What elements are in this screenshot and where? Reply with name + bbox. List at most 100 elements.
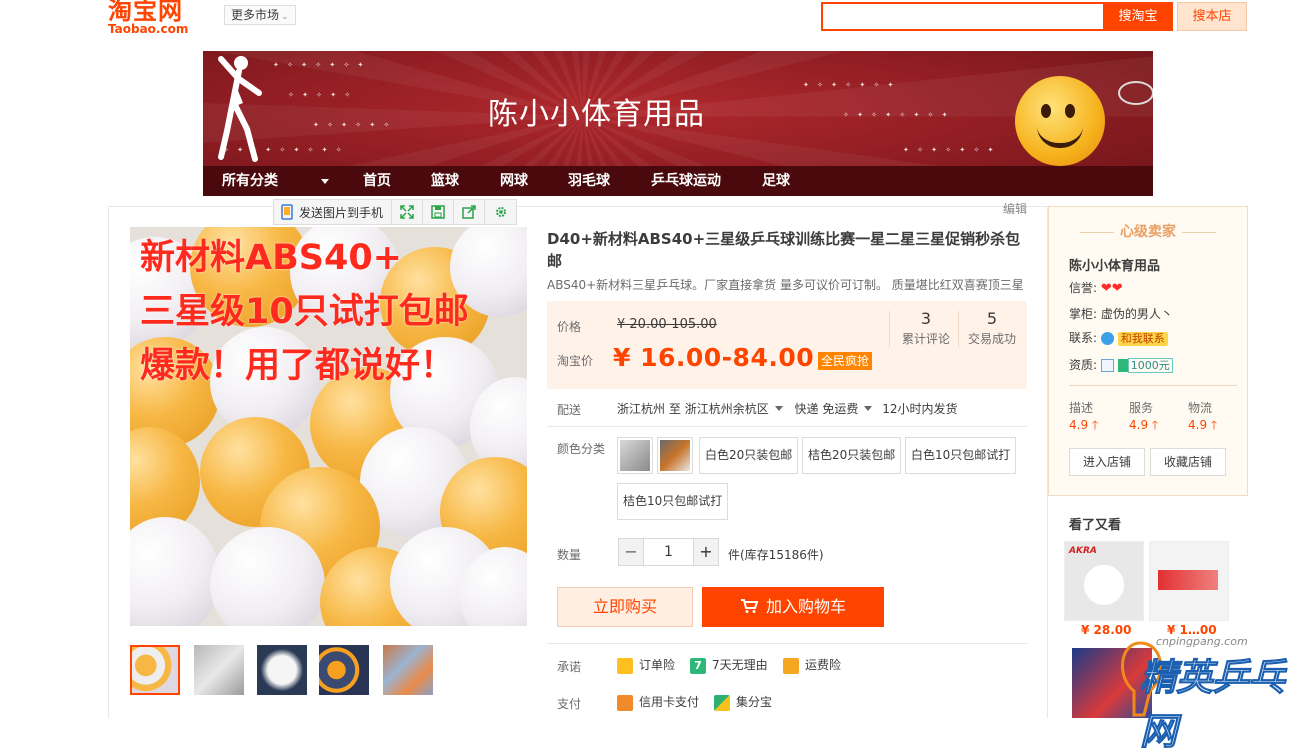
racket-icon (1118, 81, 1153, 105)
sales-count-stat[interactable]: 5 交易成功 (959, 308, 1025, 348)
jifenbao-icon (714, 694, 730, 711)
enter-shop-button[interactable]: 进入店铺 (1069, 448, 1145, 476)
sku-white-10[interactable]: 白色10只包邮试打 (905, 437, 1017, 474)
image-toolbar: 发送图片到手机 (273, 199, 518, 225)
chevron-down-icon[interactable] (774, 406, 783, 411)
save-icon[interactable] (423, 200, 455, 224)
arrow-up-icon: 🡑 (1210, 418, 1218, 432)
sparkle-left-3: ✦ ✧ ✦ ✧ ✦ ✧ (313, 121, 393, 129)
also-viewed-title: 看了又看 (1069, 518, 1122, 533)
thumbnail-3[interactable] (257, 645, 307, 695)
shop-banner: ✦ ✧ ✦ ✧ ✦ ✧ ✦ ✧ ✦ ✧ ✦ ✧ ✦ ✧ ✦ ✧ ✦ ✧ ✧ ✦ … (203, 51, 1153, 196)
review-count-stat[interactable]: 3 累计评论 (893, 308, 959, 348)
score-logistics-label: 物流 (1188, 401, 1213, 415)
payment-jifenbao-label: 集分宝 (736, 695, 773, 709)
favorite-shop-button[interactable]: 收藏店铺 (1150, 448, 1226, 476)
promise-shipping-insurance[interactable]: 运费险 (783, 656, 841, 674)
shield-icon (617, 657, 633, 674)
sparkle-left: ✦ ✧ ✦ ✧ ✦ ✧ ✦ (273, 61, 367, 69)
divider (1069, 385, 1237, 386)
search-shop-button[interactable]: 搜本店 (1177, 2, 1247, 31)
nav-badminton[interactable]: 羽毛球 (568, 166, 610, 196)
share-icon[interactable] (454, 200, 486, 224)
sparkle-right-3: ✦ ✧ ✦ ✧ ✦ ✧ ✦ (903, 146, 997, 154)
nav-football[interactable]: 足球 (762, 166, 790, 196)
shop-nav: 所有分类 首页 篮球 网球 羽毛球 乒乓球运动 足球 (203, 166, 1153, 196)
promise-label: 承诺 (557, 660, 582, 674)
score-logistics-value: 4.9 (1188, 418, 1208, 432)
search-input[interactable] (821, 2, 1105, 31)
edit-link[interactable]: 编辑 (1003, 200, 1027, 217)
seller-name[interactable]: 陈小小体育用品 (1069, 255, 1160, 274)
chevron-down-icon[interactable] (864, 406, 873, 411)
nav-all-categories[interactable]: 所有分类 (222, 166, 278, 196)
nav-table-tennis[interactable]: 乒乓球运动 (651, 166, 721, 196)
product-subtitle: ABS40+新材料三星乒乓球。厂家直接拿货 量多可议价可订制。 质量堪比红双喜赛… (547, 278, 1024, 292)
promise-7day-return[interactable]: 7 7天无理由 (690, 656, 768, 674)
sparkle-left-4: ✧ ✦ ✧ ✦ ✧ ✦ ✧ ✦ ✧ (223, 146, 345, 154)
shipping-method[interactable]: 快递 免运费 (795, 402, 859, 416)
sparkle-right: ✦ ✧ ✦ ✧ ✦ ✧ ✦ (803, 81, 897, 89)
delivery-to[interactable]: 浙江杭州余杭区 (685, 402, 769, 416)
send-to-phone-button[interactable]: 发送图片到手机 (274, 200, 393, 224)
thumbnail-5[interactable] (383, 645, 433, 695)
keeper-name[interactable]: 虚伪的男人丶 (1101, 307, 1173, 321)
score-description: 描述 4.9 🡑 (1069, 399, 1098, 437)
quantity-input[interactable]: 1 (644, 538, 693, 566)
color-label: 颜色分类 (557, 442, 606, 456)
thumbnail-2[interactable] (194, 645, 244, 695)
taobao-price-label: 淘宝价 (557, 354, 594, 368)
qualification-label: 资质: (1069, 358, 1098, 372)
contact-seller-button[interactable]: 和我联系 (1117, 332, 1168, 346)
sparkle-right-2: ✧ ✦ ✧ ✦ ✧ ✦ ✧ ✦ (843, 111, 951, 119)
original-price: ¥ 20.00-105.00 (617, 317, 717, 332)
seven-day-icon: 7 (690, 657, 706, 674)
wangwang-icon (1100, 332, 1114, 345)
payment-jifenbao[interactable]: 集分宝 (714, 693, 772, 711)
nav-basketball[interactable]: 篮球 (431, 166, 459, 196)
settings-icon[interactable] (485, 200, 516, 224)
arrow-up-icon: 🡑 (1091, 418, 1099, 432)
payment-credit-card[interactable]: 信用卡支付 (617, 693, 699, 711)
delivery-from: 浙江杭州 (617, 402, 666, 416)
buy-now-button[interactable]: 立即购买 (557, 587, 693, 627)
sku-orange-20[interactable]: 桔色20只装包邮 (802, 437, 902, 474)
quantity-minus-button[interactable]: − (618, 538, 644, 566)
contact-row: 联系: 和我联系 (1069, 329, 1168, 346)
sku-image-orange[interactable] (657, 437, 693, 474)
nav-tennis[interactable]: 网球 (500, 166, 528, 196)
product-main-image[interactable]: 新材料ABS40+ 三星级10只试打包邮 爆款！用了都说好！ (130, 227, 527, 626)
add-to-cart-button[interactable]: 加入购物车 (702, 587, 884, 627)
recommend-item-1[interactable]: AKRA (1064, 541, 1144, 621)
ship-time: 12小时内发货 (882, 402, 958, 416)
promise-order-insurance[interactable]: 订单险 (617, 656, 675, 674)
review-count-label: 累计评论 (901, 332, 950, 346)
chevron-down-icon[interactable] (321, 179, 329, 184)
search-taobao-button[interactable]: 搜淘宝 (1103, 2, 1173, 31)
fullscreen-icon[interactable] (392, 200, 424, 224)
thumbnail-4[interactable] (319, 645, 369, 695)
sku-image-white[interactable] (617, 437, 653, 474)
stat-divider (889, 311, 890, 347)
score-logistics: 物流 4.9 🡑 (1188, 399, 1217, 437)
thumbnail-1[interactable] (130, 645, 180, 695)
more-market-dropdown[interactable]: 更多市场 ⌄ (224, 5, 296, 25)
sales-count: 5 (986, 309, 998, 328)
promise-shipping-insurance-label: 运费险 (805, 658, 842, 672)
seller-panel: 心级卖家 陈小小体育用品 信誉: ❤❤ 掌柜: 虚伪的男人丶 联系: 和我联系 … (1048, 206, 1248, 496)
promise-order-insurance-label: 订单险 (639, 658, 676, 672)
recommend-item-2[interactable] (1149, 541, 1229, 621)
id-verified-icon[interactable] (1100, 359, 1114, 372)
sku-orange-10[interactable]: 桔色10只包邮试打 (617, 483, 729, 520)
credit-row: 信誉: ❤❤ (1069, 279, 1123, 296)
quantity-plus-button[interactable]: + (693, 538, 719, 566)
sku-white-20[interactable]: 白色20只装包邮 (699, 437, 799, 474)
add-to-cart-label: 加入购物车 (765, 597, 846, 616)
nav-home[interactable]: 首页 (363, 166, 391, 196)
deposit-badge[interactable]: 1000元 (1127, 358, 1173, 373)
image-overlay-line-1: 新材料ABS40+ (140, 238, 403, 278)
more-market-label: 更多市场 (231, 8, 280, 22)
delivery-label: 配送 (557, 403, 582, 417)
score-description-label: 描述 (1069, 401, 1094, 415)
taobao-logo[interactable]: 淘宝网 Taobao.com (108, 0, 208, 36)
